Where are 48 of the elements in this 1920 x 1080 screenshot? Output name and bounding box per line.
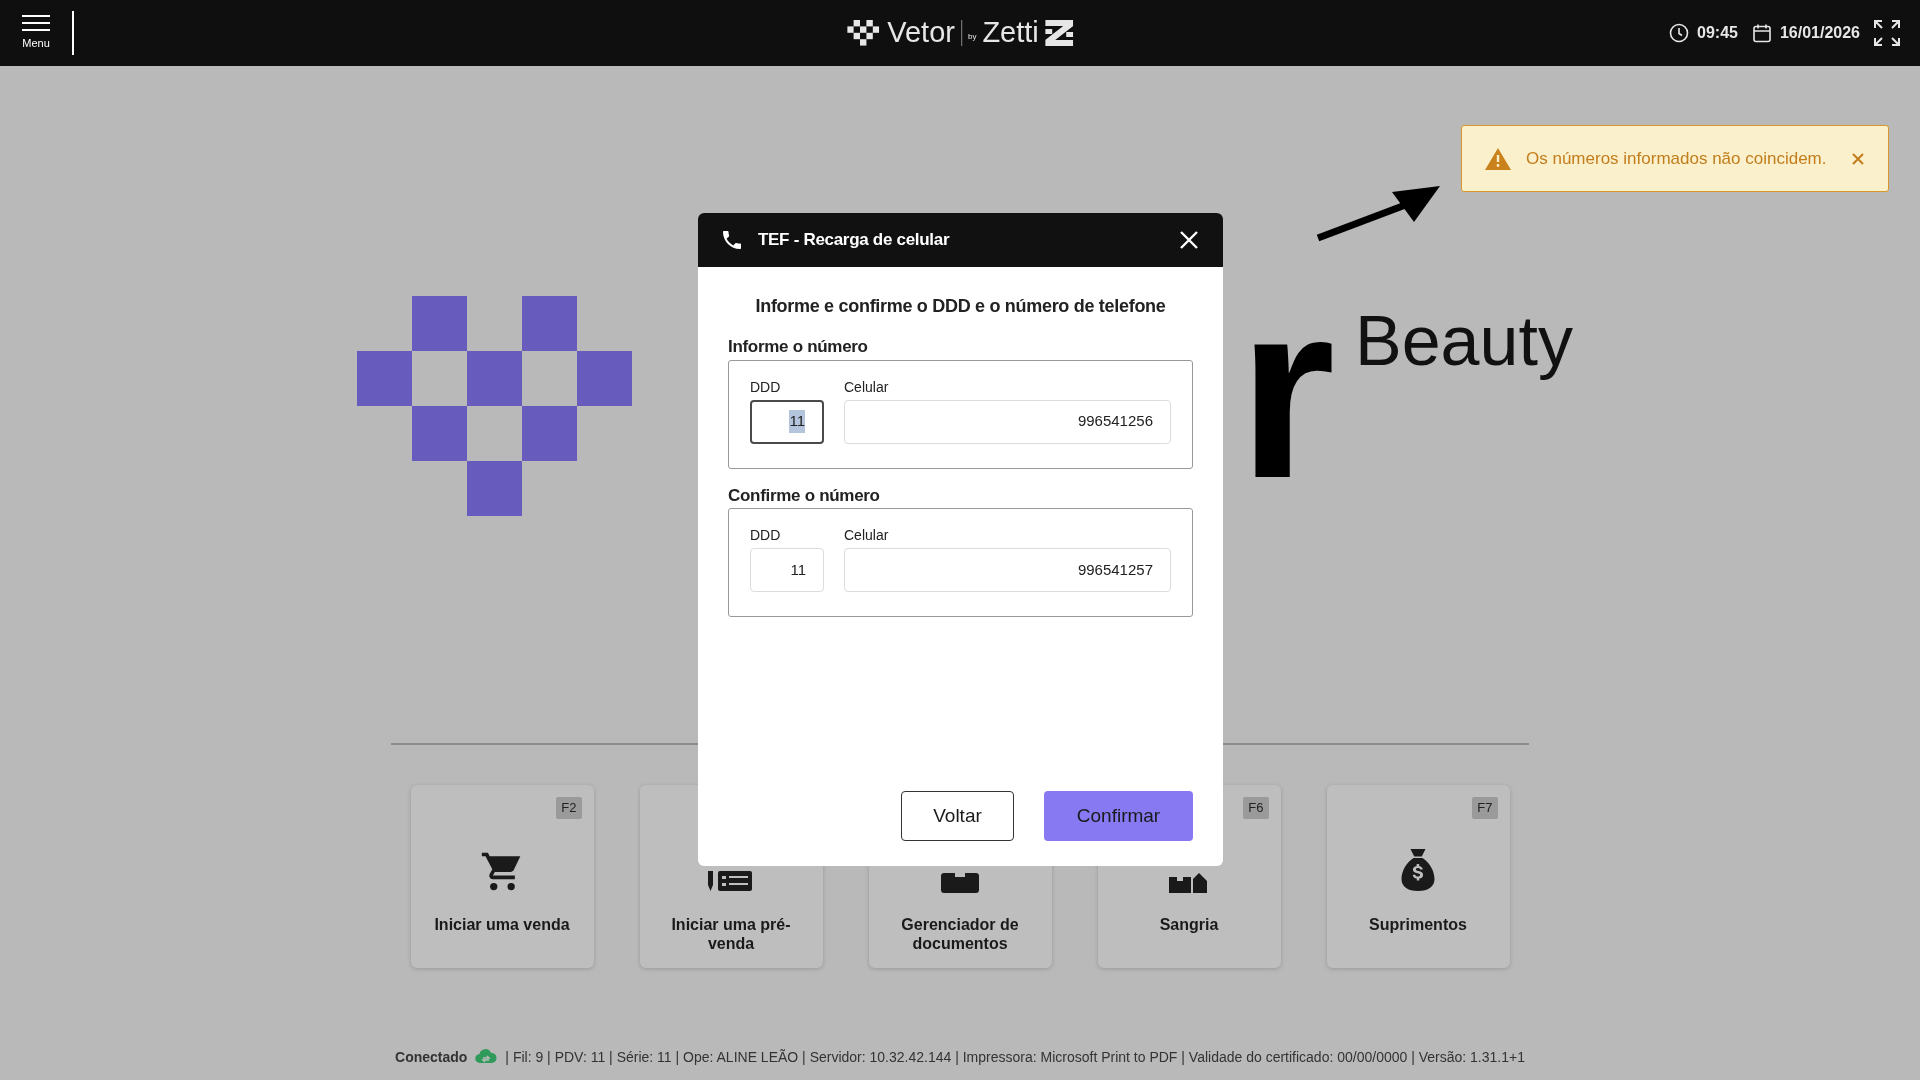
- input-field[interactable]: 11: [750, 399, 824, 444]
- shortcut-label: Iniciar uma pré-venda: [670, 915, 792, 953]
- section-title: Confirme o número: [728, 484, 881, 507]
- shortcut-key: F2: [556, 797, 582, 819]
- confirm-button[interactable]: Confirmar: [1044, 791, 1193, 841]
- fullscreen-button[interactable]: [1872, 18, 1902, 48]
- menu-button[interactable]: Menu: [0, 5, 72, 61]
- shortcut-label: Iniciar uma venda: [433, 915, 571, 934]
- shortcut-card[interactable]: F7 Suprimentos: [1326, 785, 1510, 968]
- shortcut-label: Suprimentos: [1368, 915, 1468, 934]
- logo-icon: [847, 20, 880, 46]
- shortcut-card[interactable]: F2 Iniciar uma venda: [410, 785, 594, 968]
- date-text: 16/01/2026: [1779, 23, 1860, 43]
- list-icon: [708, 871, 754, 893]
- input-field[interactable]: 996541256: [844, 399, 1171, 444]
- connection-status: Conectado: [395, 1048, 468, 1067]
- field-label: DDD: [750, 526, 782, 545]
- dialog-instruction: Informe e confirme o DDD e o número de telefone: [754, 295, 1167, 318]
- shortcut-key: F7: [1472, 797, 1498, 819]
- brand-name: Vetor: [887, 15, 955, 51]
- menu-icon: [22, 14, 50, 31]
- time-text: 09:45: [1697, 23, 1738, 43]
- section-title: Informe o número: [728, 336, 869, 358]
- phone-icon: [720, 228, 744, 252]
- partner-logo-icon: [1044, 20, 1073, 46]
- back-button[interactable]: Voltar: [901, 791, 1014, 841]
- dialog-title: TEF - Recarga de celular: [758, 229, 951, 252]
- wordmark-text: r: [1238, 266, 1336, 516]
- money-bag-icon: [1400, 847, 1436, 893]
- shortcut-label: Gerenciador de documentos: [900, 915, 1020, 953]
- folder-icon: [941, 873, 979, 893]
- calendar-icon: [1751, 23, 1772, 43]
- warning-icon: [1484, 146, 1512, 171]
- toast-message: Os números informados não coincidem.: [1526, 147, 1828, 170]
- status-details: | Fil: 9 | PDV: 11 | Série: 11 | Ope: ALINE LEÃO | Servidor: 10.32.42.144 | Impressora: Microsoft Print to PDF | Validade do certificado: 00/00/0000 | Versão: 1.31.1+1: [505, 1048, 1525, 1067]
- brand-by: by: [967, 30, 977, 43]
- field-label: DDD: [750, 377, 782, 397]
- cash-icon: [1169, 871, 1209, 893]
- partner-name: Zetti: [982, 15, 1039, 51]
- brand-logo-icon: [357, 296, 632, 516]
- field-label: Celular: [844, 526, 890, 545]
- input-field[interactable]: 996541257: [844, 548, 1171, 592]
- shortcut-label: Sangria: [1158, 915, 1220, 934]
- input-field[interactable]: 11: [750, 548, 824, 592]
- arrow-icon: [1316, 184, 1440, 242]
- field-label: Celular: [844, 377, 890, 397]
- clock-icon: [1669, 23, 1689, 43]
- shortcut-key: F6: [1243, 797, 1269, 819]
